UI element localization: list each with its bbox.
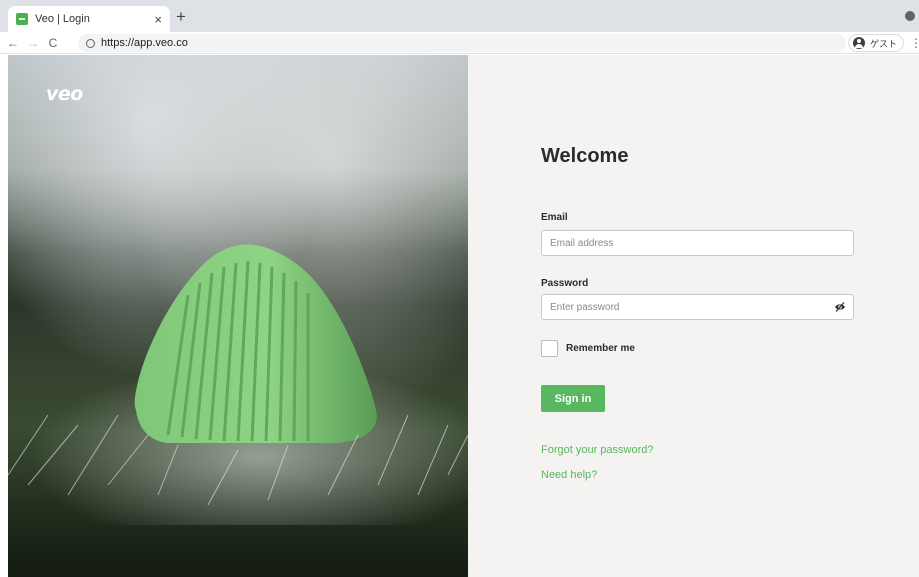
forgot-password-link[interactable]: Forgot your password? [541, 444, 654, 456]
forward-arrow-icon[interactable]: → [24, 36, 42, 50]
need-help-link[interactable]: Need help? [541, 469, 597, 481]
url-text[interactable]: https://app.veo.co [101, 37, 188, 49]
browser-toolbar: ← → C https://app.veo.co ゲスト ⋮ [0, 32, 919, 54]
reload-icon[interactable]: C [44, 36, 62, 50]
tab-search-icon[interactable] [905, 11, 915, 21]
email-label: Email [541, 212, 568, 223]
tab-title: Veo | Login [35, 13, 90, 25]
browser-tab-strip: Veo | Login × + [0, 0, 919, 32]
guest-profile-button[interactable]: ゲスト [848, 34, 904, 52]
sign-in-button[interactable]: Sign in [541, 385, 605, 412]
login-page: veo Welcome Email Password Remember me S… [8, 55, 919, 577]
hero-image: veo [8, 55, 468, 577]
page-title: Welcome [541, 145, 629, 167]
remember-me-label[interactable]: Remember me [566, 343, 635, 354]
plus-icon[interactable]: + [176, 8, 186, 25]
remember-me-row[interactable]: Remember me [541, 340, 635, 357]
site-info-icon[interactable] [86, 38, 95, 48]
back-arrow-icon[interactable]: ← [4, 36, 22, 50]
login-form-panel: Welcome Email Password Remember me Sign … [468, 55, 919, 577]
eye-slash-icon[interactable] [834, 301, 846, 313]
veo-logo: veo [46, 83, 83, 105]
veo-camera-illustration [8, 244, 468, 506]
email-field[interactable] [541, 230, 854, 256]
menu-dots-icon[interactable]: ⋮ [910, 36, 919, 50]
browser-tab[interactable]: Veo | Login × [8, 6, 170, 32]
guest-label: ゲスト [870, 38, 898, 49]
password-field[interactable] [541, 294, 854, 320]
guest-avatar-icon [853, 37, 865, 49]
password-label: Password [541, 278, 589, 289]
favicon-icon [16, 13, 28, 25]
remember-me-checkbox[interactable] [541, 340, 558, 357]
close-icon[interactable]: × [154, 13, 162, 26]
address-bar[interactable]: https://app.veo.co [78, 34, 846, 52]
